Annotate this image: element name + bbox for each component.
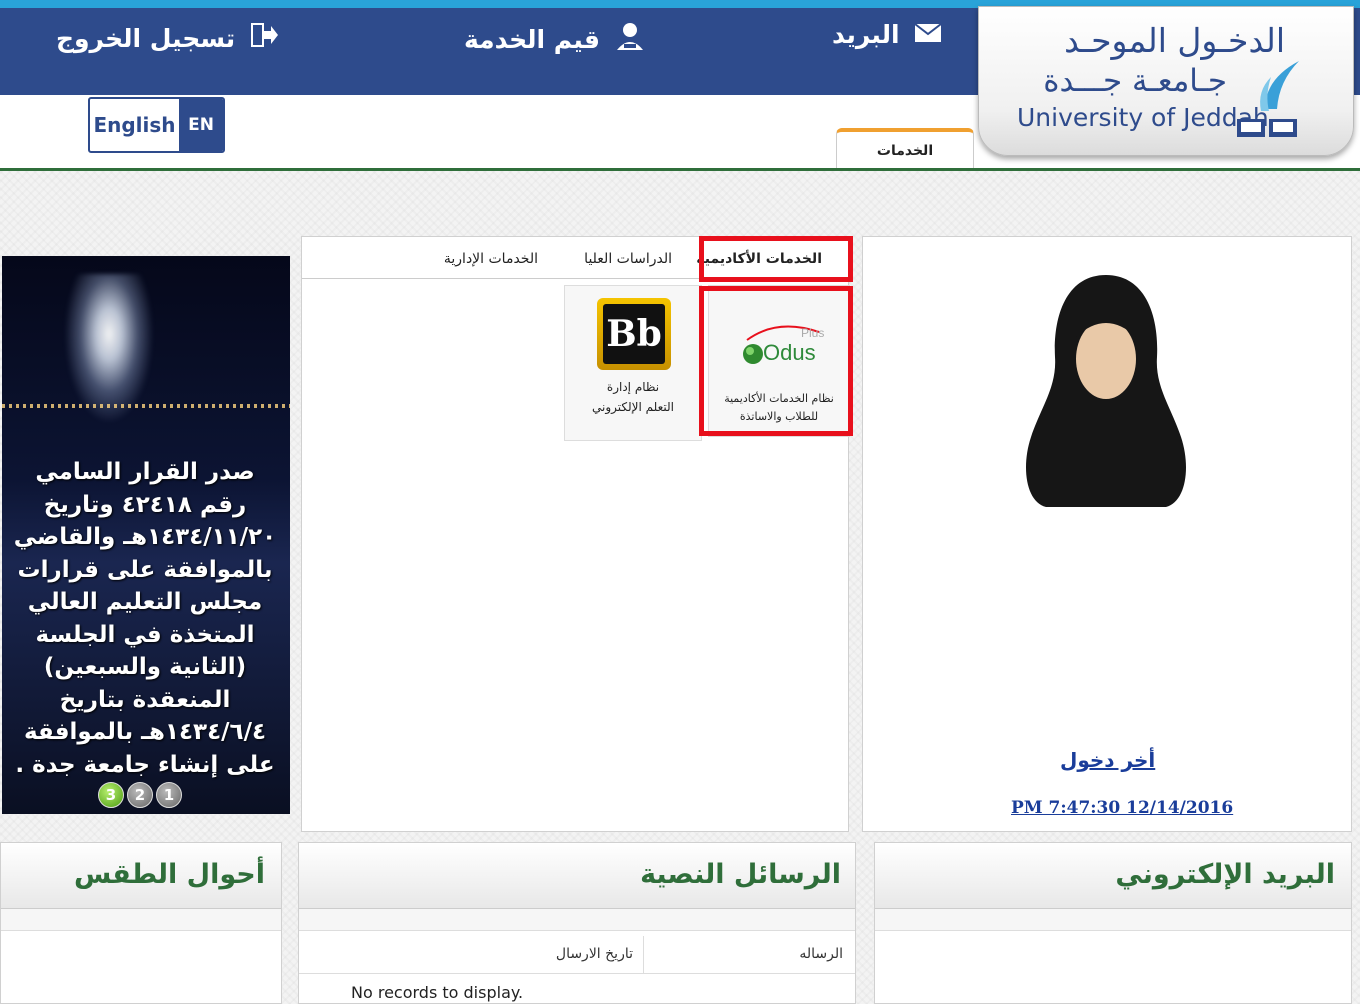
profile-panel	[862, 236, 1352, 832]
sms-widget: الرسائل النصية الرساله تاريخ الارسال No …	[298, 842, 856, 1004]
email-widget: البريد الإلكتروني	[874, 842, 1352, 1004]
blackboard-logo-icon: Bb	[597, 298, 671, 370]
sms-column-send-date[interactable]: تاريخ الارسال	[556, 946, 633, 962]
rate-service-link[interactable]: قيم الخدمة	[464, 20, 646, 58]
city-lights	[2, 404, 290, 408]
fountain-image	[64, 274, 154, 424]
language-short-label: EN	[179, 99, 223, 151]
mail-link[interactable]: البريد	[832, 20, 942, 49]
weather-widget-title: أحوال الطقس	[73, 859, 265, 890]
language-full-label: English	[93, 113, 176, 137]
highlight-odus-tile	[699, 286, 853, 436]
news-slider: صدر القرار السامي رقم ٤٢٤١٨ وتاريخ ١٤٣٤/…	[2, 256, 290, 814]
slider-dot-1[interactable]: 1	[156, 782, 182, 808]
slider-dot-2[interactable]: 2	[127, 782, 153, 808]
slider-dot-3[interactable]: 3	[98, 782, 124, 808]
sms-widget-header: الرسائل النصية	[299, 843, 855, 909]
sms-no-records: No records to display.	[351, 983, 524, 1002]
logo-university-en: University of Jeddah	[1017, 103, 1269, 132]
email-widget-subbar	[875, 909, 1351, 931]
user-rate-icon	[614, 20, 646, 58]
tab-services[interactable]: الخدمات	[836, 128, 974, 170]
blackboard-label-line2: التعلم الإلكتروني	[591, 400, 674, 414]
weather-widget: أحوال الطقس	[0, 842, 282, 1004]
weather-widget-subbar	[1, 909, 281, 931]
email-widget-title: البريد الإلكتروني	[1115, 859, 1335, 890]
sms-widget-subbar	[299, 909, 855, 931]
slider-caption: صدر القرار السامي رقم ٤٢٤١٨ وتاريخ ١٤٣٤/…	[13, 459, 277, 778]
column-separator	[643, 936, 644, 974]
logout-label: تسجيل الخروج	[56, 23, 236, 53]
blackboard-logo-text: Bb	[606, 313, 662, 355]
logout-link[interactable]: تسجيل الخروج	[56, 20, 279, 56]
sms-grid-header: الرساله تاريخ الارسال	[299, 936, 855, 974]
last-login-date[interactable]: PM 7:47:30 12/14/2016	[1011, 798, 1233, 818]
blackboard-label-line1: نظام إدارة	[606, 380, 660, 394]
university-logo[interactable]: الدخـول الموحـد جـامعـة جـــدة Universit…	[978, 6, 1354, 156]
book-logo-icon	[1235, 59, 1301, 147]
sms-column-message[interactable]: الرساله	[799, 946, 843, 962]
highlight-academic-tab	[699, 236, 853, 282]
logo-university-ar: جـامعـة جـــدة	[1043, 63, 1227, 99]
logo-title-ar: الدخـول الموحـد	[1064, 21, 1285, 60]
avatar	[1011, 267, 1201, 521]
tab-administrative-services[interactable]: الخدمات الإدارية	[444, 251, 538, 267]
envelope-icon	[913, 20, 942, 49]
blackboard-app-tile[interactable]: Bb نظام إدارة التعلم الإلكتروني	[564, 285, 702, 441]
tab-graduate-studies[interactable]: الدراسات العليا	[584, 251, 672, 267]
slider-pagination: 3 2 1	[98, 782, 182, 808]
language-switch-button[interactable]: English EN	[88, 97, 225, 153]
email-widget-header: البريد الإلكتروني	[875, 843, 1351, 909]
sms-widget-title: الرسائل النصية	[640, 859, 841, 890]
last-login-link[interactable]: أخر دخول	[1060, 748, 1155, 772]
rate-service-label: قيم الخدمة	[464, 24, 600, 54]
weather-widget-header: أحوال الطقس	[1, 843, 281, 909]
mail-label: البريد	[832, 20, 900, 49]
logout-icon	[249, 20, 279, 56]
